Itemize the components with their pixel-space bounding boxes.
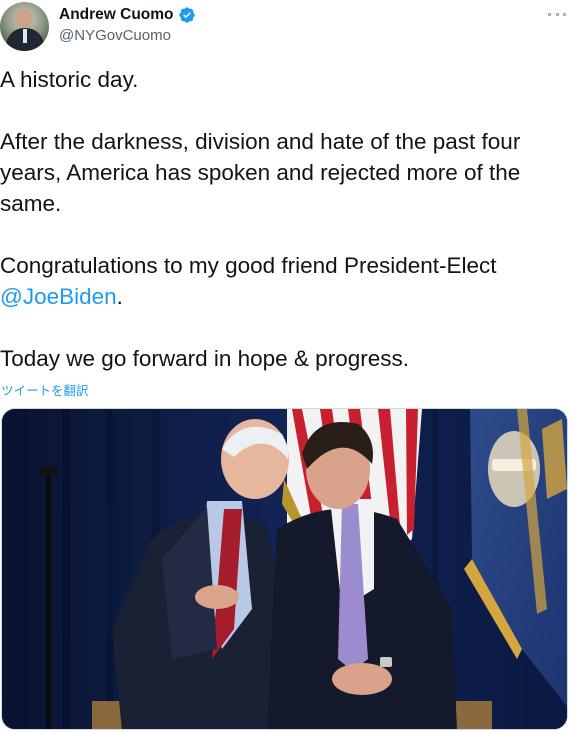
author-name-row[interactable]: Andrew Cuomo	[59, 5, 196, 25]
mic-stand	[46, 469, 51, 729]
tweet: Andrew Cuomo @NYGovCuomo A historic day.…	[0, 0, 570, 733]
paragraph-text: Congratulations to my good friend Presid…	[0, 253, 497, 278]
tweet-paragraph: Congratulations to my good friend Presid…	[0, 250, 568, 312]
user-handle[interactable]: @NYGovCuomo	[59, 26, 196, 46]
tweet-text: A historic day. After the darkness, divi…	[0, 64, 568, 374]
tweet-paragraph: Today we go forward in hope & progress.	[0, 346, 409, 371]
more-dot	[563, 12, 566, 16]
tweet-paragraph: After the darkness, division and hate of…	[0, 129, 521, 216]
avatar[interactable]	[0, 2, 49, 51]
display-name[interactable]: Andrew Cuomo	[59, 5, 174, 25]
avatar-figure-shirt	[23, 29, 27, 43]
paragraph-text: .	[116, 284, 123, 309]
translate-tweet-link[interactable]: ツイートを翻訳	[1, 380, 89, 399]
tweet-paragraph: A historic day.	[0, 67, 139, 92]
avatar-figure-head	[15, 8, 33, 28]
more-options-icon[interactable]	[548, 9, 566, 19]
more-dot	[548, 12, 551, 16]
photo-illustration	[2, 409, 567, 729]
more-dot	[555, 12, 559, 16]
tweet-photo[interactable]	[1, 408, 568, 730]
mic-head	[40, 467, 58, 475]
mention-link[interactable]: @JoeBiden	[0, 284, 117, 309]
tweet-header: Andrew Cuomo @NYGovCuomo	[0, 2, 570, 54]
author-info: Andrew Cuomo @NYGovCuomo	[59, 5, 196, 46]
verified-badge-icon	[178, 7, 195, 23]
